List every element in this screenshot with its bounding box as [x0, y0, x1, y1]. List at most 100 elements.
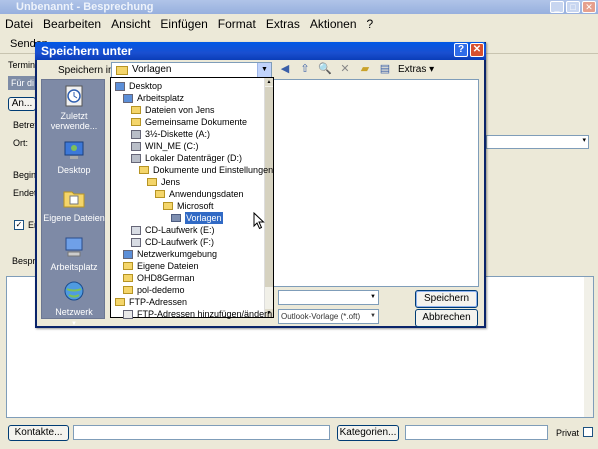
- filetype-combo[interactable]: Outlook-Vorlage (*.oft) ▼: [278, 309, 379, 324]
- menu-datei[interactable]: Datei: [0, 15, 38, 33]
- place-my-documents[interactable]: Eigene Dateien: [42, 186, 106, 223]
- up-folder-icon[interactable]: ⇧: [298, 62, 312, 76]
- dropdown-item[interactable]: Jens: [147, 176, 180, 188]
- categories-button[interactable]: Kategorien...: [337, 425, 399, 441]
- folder-icon: [131, 118, 141, 126]
- lookin-value: Vorlagen: [132, 64, 172, 75]
- dropdown-item[interactable]: FTP-Adressen: [115, 296, 187, 308]
- dropdown-item[interactable]: CD-Laufwerk (F:): [131, 236, 214, 248]
- dropdown-item[interactable]: Desktop: [115, 80, 162, 92]
- place-desktop[interactable]: Desktop: [42, 138, 106, 175]
- reminder-checkbox[interactable]: ✓: [14, 220, 24, 230]
- dropdown-item-label: 3½-Diskette (A:): [145, 129, 211, 139]
- dropdown-item[interactable]: Microsoft: [163, 200, 214, 212]
- dropdown-item[interactable]: Dateien von Jens: [131, 104, 215, 116]
- places-bar: Zuletzt verwende... Desktop Eigene Datei…: [41, 79, 106, 327]
- dropdown-item-label: CD-Laufwerk (E:): [145, 225, 215, 235]
- dropdown-item-label: Microsoft: [177, 201, 214, 211]
- info-bar: Für di: [8, 76, 36, 90]
- cancel-button[interactable]: Abbrechen: [415, 309, 478, 327]
- place-network[interactable]: Netzwerk ▼: [42, 280, 106, 329]
- folder-icon: [139, 166, 149, 174]
- lookin-combo[interactable]: Vorlagen ▼: [111, 62, 272, 78]
- chevron-down-icon[interactable]: ▼: [257, 63, 271, 77]
- notes-scrollbar[interactable]: [584, 277, 593, 417]
- dropdown-item-label: FTP-Adressen: [129, 297, 188, 307]
- menu-einfuegen[interactable]: Einfügen: [155, 15, 212, 33]
- folder-icon: [123, 262, 133, 270]
- filetype-value: Outlook-Vorlage (*.oft): [281, 312, 361, 321]
- new-folder-icon[interactable]: ▰: [358, 62, 372, 76]
- dropdown-item[interactable]: Gemeinsame Dokumente: [131, 116, 247, 128]
- dialog-close-button[interactable]: ✕: [470, 43, 484, 57]
- folder-icon: [171, 214, 181, 222]
- tools-menu[interactable]: Extras ▾: [398, 64, 434, 75]
- folder-icon: [147, 178, 157, 186]
- place-desktop-label: Desktop: [57, 165, 91, 175]
- mouse-cursor-icon: [253, 212, 265, 230]
- menu-extras[interactable]: Extras: [261, 15, 305, 33]
- places-scroll-down[interactable]: ▼: [42, 319, 106, 329]
- dropdown-item[interactable]: 3½-Diskette (A:): [131, 128, 210, 140]
- dropdown-item[interactable]: Dokumente und Einstellungen: [139, 164, 273, 176]
- lookin-label: Speichern in:: [58, 65, 117, 76]
- filename-field[interactable]: ▼: [278, 290, 379, 305]
- scroll-thumb[interactable]: [265, 87, 273, 287]
- menu-help[interactable]: ?: [362, 15, 379, 33]
- tab-termin[interactable]: Termin: [8, 60, 35, 70]
- dropdown-item[interactable]: Netzwerkumgebung: [123, 248, 217, 260]
- dropdown-item[interactable]: WIN_ME (C:): [131, 140, 199, 152]
- contacts-field[interactable]: [73, 425, 330, 440]
- location-combo[interactable]: ▾: [486, 135, 589, 149]
- dropdown-scrollbar[interactable]: ▲ ▼: [264, 78, 273, 317]
- menu-aktionen[interactable]: Aktionen: [305, 15, 362, 33]
- delete-icon[interactable]: ✕: [338, 62, 352, 76]
- floppy-icon: [131, 129, 141, 139]
- scroll-up-button[interactable]: ▲: [265, 78, 273, 86]
- dialog-help-button[interactable]: ?: [454, 43, 468, 57]
- folder-icon: [123, 274, 133, 282]
- chevron-down-icon[interactable]: ▼: [368, 291, 378, 304]
- place-my-computer[interactable]: Arbeitsplatz: [42, 235, 106, 272]
- dropdown-item-label: Eigene Dateien: [137, 261, 199, 271]
- back-icon[interactable]: ◀: [278, 62, 292, 76]
- dropdown-item-label: FTP-Adressen hinzufügen/ändern: [137, 309, 273, 319]
- categories-field[interactable]: [405, 425, 548, 440]
- close-window-button[interactable]: ✕: [582, 1, 596, 13]
- my-computer-icon: [65, 237, 83, 257]
- dropdown-item[interactable]: Vorlagen: [171, 212, 223, 224]
- private-checkbox[interactable]: [583, 427, 593, 437]
- dropdown-item[interactable]: Lokaler Datenträger (D:): [131, 152, 242, 164]
- contacts-button[interactable]: Kontakte...: [8, 425, 69, 441]
- drive-icon: [131, 153, 141, 163]
- save-button[interactable]: Speichern: [415, 290, 478, 308]
- dropdown-item[interactable]: CD-Laufwerk (E:): [131, 224, 215, 236]
- menu-bar: Datei Bearbeiten Ansicht Einfügen Format…: [0, 15, 598, 33]
- dropdown-item[interactable]: FTP-Adressen hinzufügen/ändern: [123, 308, 272, 320]
- views-icon[interactable]: ▤: [378, 62, 392, 76]
- to-button[interactable]: An...: [8, 97, 36, 111]
- dropdown-item-label: pol-dedemo: [137, 285, 185, 295]
- dialog-titlebar: Speichern unter ? ✕: [35, 42, 486, 60]
- window-title: Unbenannt - Besprechung: [16, 1, 154, 13]
- chevron-down-icon[interactable]: ▼: [368, 310, 378, 323]
- dropdown-item-label: Dateien von Jens: [145, 105, 215, 115]
- place-network-label: Netzwerk: [55, 307, 93, 317]
- window-titlebar: Unbenannt - Besprechung: [0, 0, 598, 14]
- dropdown-item[interactable]: Eigene Dateien: [123, 260, 199, 272]
- search-web-icon[interactable]: 🔍: [318, 62, 332, 76]
- dropdown-item[interactable]: OHD8German: [123, 272, 195, 284]
- folder-icon: [155, 190, 165, 198]
- dialog-toolbar: ◀ ⇧ 🔍 ✕ ▰ ▤: [278, 62, 392, 76]
- dropdown-item[interactable]: pol-dedemo: [123, 284, 185, 296]
- maximize-button[interactable]: □: [566, 1, 580, 13]
- menu-bearbeiten[interactable]: Bearbeiten: [38, 15, 106, 33]
- menu-format[interactable]: Format: [213, 15, 261, 33]
- dropdown-item-label: WIN_ME (C:): [145, 141, 199, 151]
- place-recent[interactable]: Zuletzt verwende...: [42, 84, 106, 131]
- menu-ansicht[interactable]: Ansicht: [106, 15, 155, 33]
- minimize-button[interactable]: _: [550, 1, 564, 13]
- dropdown-item[interactable]: Arbeitsplatz: [123, 92, 184, 104]
- place-my-documents-label: Eigene Dateien: [43, 213, 105, 223]
- dropdown-item[interactable]: Anwendungsdaten: [155, 188, 244, 200]
